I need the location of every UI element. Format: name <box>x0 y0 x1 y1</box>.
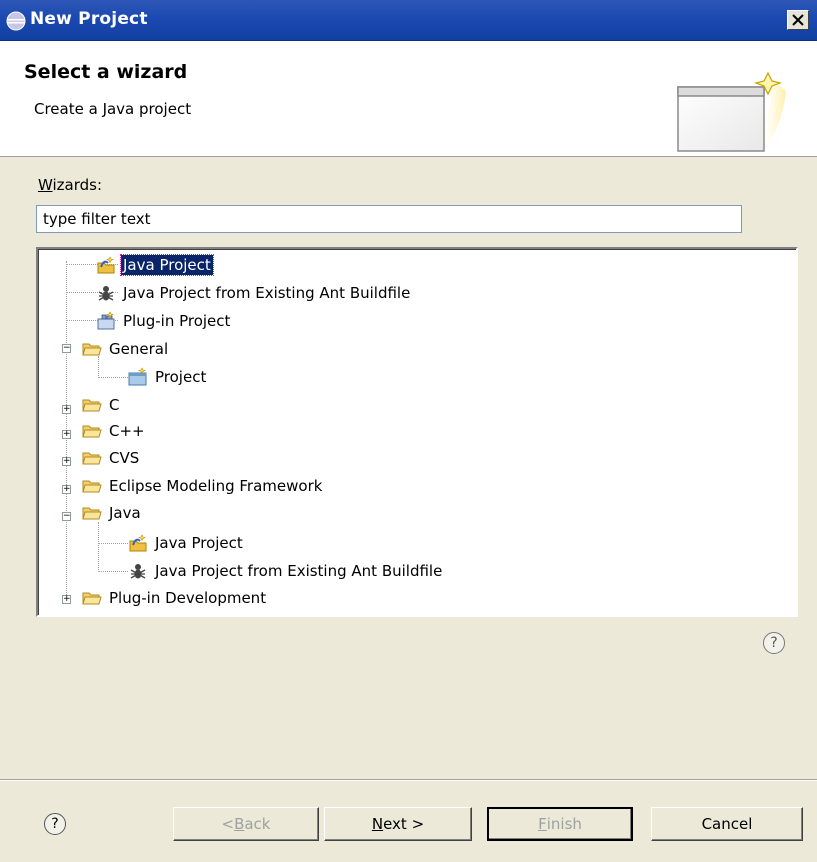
button-bar-separator <box>0 779 817 781</box>
folder-icon <box>82 480 102 493</box>
java-project-icon <box>129 534 147 552</box>
folder-icon <box>82 399 102 412</box>
tree-item-emf[interactable]: Eclipse Modeling Framework <box>82 473 324 499</box>
tree-item-cpp[interactable]: C++ <box>82 418 147 444</box>
new-wizard-icon <box>677 71 786 152</box>
folder-open-icon <box>82 343 102 356</box>
next-button[interactable]: Next > <box>324 807 472 841</box>
tree-item-java-java-project[interactable]: Java Project <box>128 530 245 556</box>
help-button[interactable]: ? <box>44 813 66 835</box>
collapse-icon[interactable]: − <box>62 344 71 353</box>
new-project-dialog: New Project Select a wizard Create a Jav… <box>0 0 817 862</box>
ant-icon <box>130 564 146 579</box>
project-icon <box>128 367 147 386</box>
eclipse-icon <box>6 11 26 31</box>
expand-icon[interactable]: + <box>62 457 71 466</box>
tree-item-java-ant-project[interactable]: Java Project from Existing Ant Buildfile <box>128 558 444 584</box>
close-icon <box>792 14 804 26</box>
tree-item-java[interactable]: Java <box>82 500 143 526</box>
folder-open-icon <box>82 507 102 520</box>
tree-item-project[interactable]: Project <box>128 364 208 390</box>
title-bar[interactable]: New Project <box>0 0 817 41</box>
finish-button[interactable]: Finish <box>487 807 633 841</box>
cancel-button[interactable]: Cancel <box>651 807 803 841</box>
ant-icon <box>98 286 114 301</box>
tree-item-c[interactable]: C <box>82 392 121 418</box>
expand-icon[interactable]: + <box>62 430 71 439</box>
collapse-icon[interactable]: − <box>62 512 71 521</box>
expand-icon[interactable]: + <box>62 405 71 414</box>
tree-item-plugin-project[interactable]: Plug-in Project <box>96 308 232 334</box>
tree-item-general[interactable]: General <box>82 336 170 362</box>
wizards-label: Wizards: <box>38 176 103 194</box>
window-title: New Project <box>30 9 148 29</box>
back-button[interactable]: < Back <box>173 807 319 841</box>
banner-description: Create a Java project <box>34 100 192 118</box>
wizard-banner: Select a wizard Create a Java project <box>0 41 817 157</box>
page-help-icon[interactable]: ? <box>763 632 785 654</box>
folder-icon <box>82 592 102 605</box>
tree-item-java-project[interactable]: Java Project <box>96 252 214 278</box>
tree-item-plugin-development[interactable]: Plug-in Development <box>82 585 268 611</box>
folder-icon <box>82 425 102 438</box>
plugin-project-icon <box>97 311 115 330</box>
expand-icon[interactable]: + <box>62 485 71 494</box>
expand-icon[interactable]: + <box>62 595 71 604</box>
wizard-tree[interactable]: − + + + + − + Java Project Java Project … <box>36 247 798 617</box>
filter-input[interactable] <box>36 205 742 233</box>
banner-title: Select a wizard <box>24 61 188 83</box>
tree-item-java-project-ant[interactable]: Java Project from Existing Ant Buildfile <box>96 280 412 306</box>
tree-item-cvs[interactable]: CVS <box>82 445 141 471</box>
folder-icon <box>82 452 102 465</box>
close-button[interactable] <box>787 10 809 30</box>
java-project-icon <box>97 256 115 274</box>
